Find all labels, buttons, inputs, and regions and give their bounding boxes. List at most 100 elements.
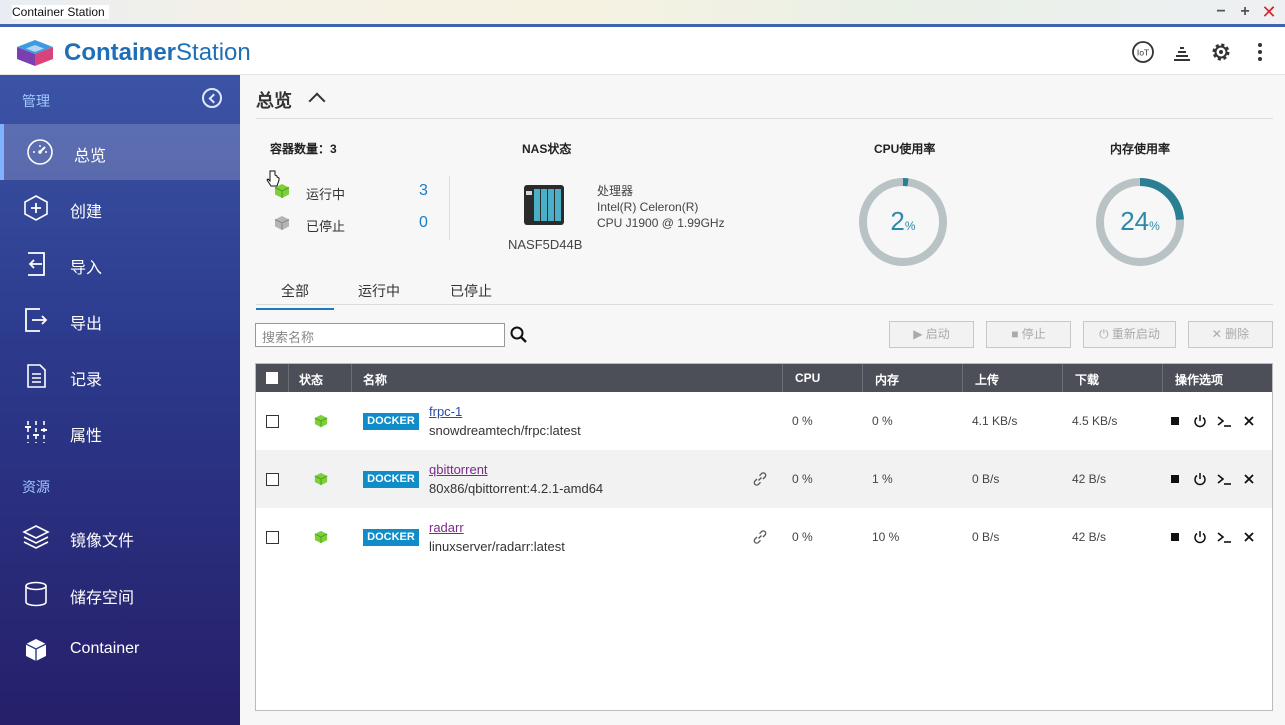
collapse-overview-icon[interactable] [308,92,326,110]
layers-stack-icon[interactable] [1170,40,1194,64]
sidebar-item-import[interactable]: 导入 [0,236,240,292]
container-name-link[interactable]: qbittorrent [429,462,488,477]
header-divider [288,364,289,392]
container-image: 80x86/qbittorrent:4.2.1-amd64 [429,481,604,496]
select-all-checkbox[interactable] [266,372,278,384]
container-name-link[interactable]: radarr [429,520,464,535]
sidebar-section-manage: 管理 [22,93,50,109]
running-cube-icon [314,530,328,544]
tab-running[interactable]: 运行中 [358,281,400,301]
sidebar-item-overview[interactable]: 总览 [0,124,240,180]
link-icon[interactable] [752,529,768,545]
row-checkbox[interactable] [266,415,279,428]
container-count-title: 容器数量：3 [270,142,337,156]
sidebar-item-label: Container [70,640,140,657]
running-cube-icon [314,472,328,486]
upload-cell: 0 B/s [972,530,1000,544]
dashboard-gauge-icon [27,139,53,165]
restart-icon[interactable] [1193,530,1207,544]
add-hexagon-icon [24,195,48,221]
sidebar-item-label: 属性 [70,428,103,445]
stop-button[interactable]: ■ 停止 [986,321,1071,348]
row-checkbox[interactable] [266,473,279,486]
sidebar-item-export[interactable]: 导出 [0,292,240,348]
cube-icon [25,639,47,661]
table-row[interactable]: DOCKER qbittorrent 80x86/qbittorrent:4.2… [256,450,1272,508]
tab-stopped[interactable]: 已停止 [450,281,492,301]
container-name-link[interactable]: frpc-1 [429,404,462,419]
sidebar-item-storage[interactable]: 储存空间 [0,566,240,622]
col-upload[interactable]: 上传 [975,371,999,388]
col-download[interactable]: 下载 [1075,371,1099,388]
delete-button[interactable]: ✕ 删除 [1188,321,1273,348]
stopped-count: 0 [419,214,428,231]
restart-icon[interactable] [1193,414,1207,428]
sidebar-item-properties[interactable]: 属性 [0,404,240,460]
export-icon [25,308,48,332]
download-cell: 42 B/s [1072,472,1107,486]
col-cpu[interactable]: CPU [795,371,820,385]
running-count: 3 [419,182,428,199]
main-content: 总览 容器数量：3 运行中 3 已停止 0 NAS状态 NASF5D44B 处理… [240,75,1285,725]
gear-icon[interactable] [1209,40,1233,64]
table-header: 状态 名称 CPU 内存 上传 下载 操作选项 [256,364,1272,392]
collapse-sidebar-icon[interactable] [202,88,222,108]
window-title: Container Station [12,5,109,19]
header-divider [962,364,963,392]
iot-icon[interactable]: IoT [1131,40,1155,64]
stop-icon[interactable] [1168,472,1182,486]
sidebar-item-label: 镜像文件 [70,533,135,550]
sidebar-item-logs[interactable]: 记录 [0,348,240,404]
cpu-cell: 0 % [792,414,813,428]
terminal-icon[interactable] [1217,414,1231,428]
app-header: ContainerStation IoT [0,27,1285,75]
restart-icon[interactable] [1193,472,1207,486]
sidebar-item-label: 储存空间 [70,590,135,607]
maximize-button[interactable]: + [1235,3,1255,21]
more-menu-icon[interactable] [1248,40,1272,64]
col-status[interactable]: 状态 [299,371,323,388]
stopped-label: 已停止 [306,219,346,234]
terminal-icon[interactable] [1217,530,1231,544]
import-icon [28,252,45,276]
divider [256,118,1273,119]
stop-icon[interactable] [1168,530,1182,544]
download-cell: 4.5 KB/s [1072,414,1118,428]
link-icon[interactable] [752,471,768,487]
nas-status-title: NAS状态 [522,142,572,156]
container-station-logo [17,40,53,66]
memory-usage-gauge: 24% [1094,176,1186,268]
col-memory[interactable]: 内存 [875,371,899,388]
delete-icon[interactable] [1242,414,1256,428]
col-name[interactable]: 名称 [363,371,387,388]
sidebar-item-images[interactable]: 镜像文件 [0,509,240,565]
minimize-button[interactable]: − [1211,3,1231,21]
close-button[interactable]: ✕ [1259,3,1279,21]
row-checkbox[interactable] [266,531,279,544]
header-divider [351,364,352,392]
running-label: 运行中 [306,187,346,202]
sidebar: 管理 总览 创建 导入 导出 记录 属性 资源 镜像文件 储存空间 Contai… [0,75,240,725]
header-divider [862,364,863,392]
memory-cell: 1 % [872,472,893,486]
terminal-icon[interactable] [1217,472,1231,486]
sidebar-section-resources: 资源 [22,479,50,495]
start-button[interactable]: ▶ 启动 [889,321,974,348]
sidebar-item-label: 创建 [70,204,103,221]
memory-cell: 0 % [872,414,893,428]
delete-icon[interactable] [1242,530,1256,544]
container-image: linuxserver/radarr:latest [429,539,565,554]
database-icon [25,581,47,607]
col-actions: 操作选项 [1175,373,1224,387]
container-image: snowdreamtech/frpc:latest [429,423,581,438]
sidebar-item-create[interactable]: 创建 [0,180,240,236]
search-input[interactable]: 搜索名称 [255,323,505,347]
table-row[interactable]: DOCKER radarr linuxserver/radarr:latest … [256,508,1272,566]
sidebar-item-container[interactable]: Container [0,622,240,678]
stop-icon[interactable] [1168,414,1182,428]
delete-icon[interactable] [1242,472,1256,486]
tab-all[interactable]: 全部 [256,281,334,310]
restart-button[interactable]: ⏻ 重新启动 [1083,321,1176,348]
table-row[interactable]: DOCKER frpc-1 snowdreamtech/frpc:latest … [256,392,1272,450]
search-icon[interactable] [510,326,528,344]
